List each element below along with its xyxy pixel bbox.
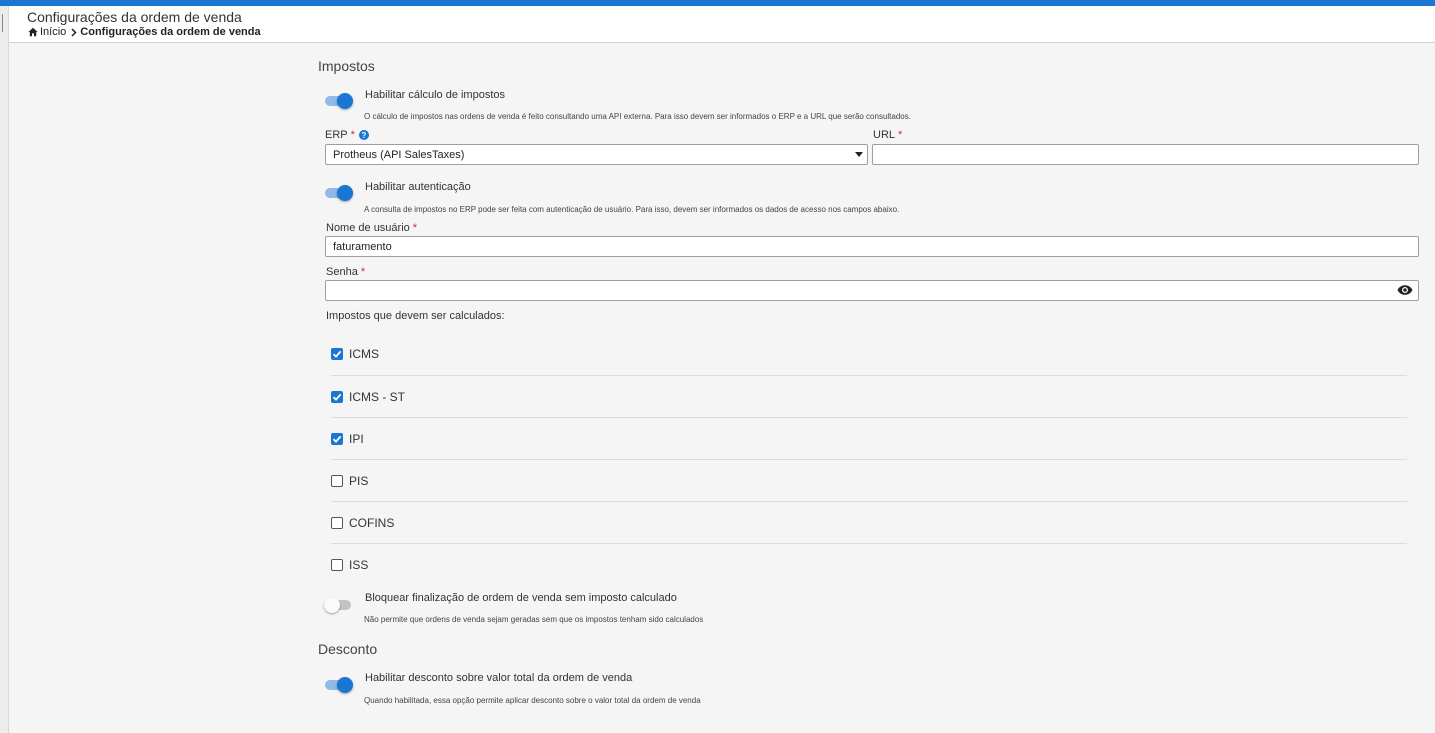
divider [331, 459, 1407, 460]
url-label-text: URL [873, 129, 896, 141]
tax-option-label: ICMS - ST [349, 390, 405, 404]
taxes-list-label: Impostos que devem ser calculados: [326, 310, 505, 322]
tax-calc-label: Habilitar cálculo de impostos [365, 89, 506, 101]
tax-option-pis[interactable]: PIS [331, 474, 368, 488]
toggle-knob [337, 677, 353, 693]
home-icon [28, 27, 38, 37]
discount-toggle[interactable] [325, 677, 353, 693]
required-marker: * [898, 129, 903, 141]
required-marker: * [412, 222, 418, 234]
toggle-knob [324, 597, 340, 613]
required-marker: * [360, 266, 366, 278]
tax-option-icms-st[interactable]: ICMS - ST [331, 390, 405, 404]
page-header: Configurações da ordem de venda Início C… [9, 6, 1435, 43]
breadcrumb: Início Configurações da ordem de venda [28, 26, 261, 38]
tax-option-cofins[interactable]: COFINS [331, 516, 394, 530]
tax-option-iss[interactable]: ISS [331, 558, 368, 572]
divider [331, 375, 1407, 376]
checkbox-checked[interactable] [331, 391, 343, 403]
discount-description: Quando habilitada, essa opção permite ap… [364, 696, 701, 705]
url-label: URL * [873, 129, 902, 141]
section-title-desconto: Desconto [318, 641, 378, 657]
tax-calc-description: O cálculo de impostos nas ordens de vend… [364, 112, 911, 121]
tax-calc-toggle[interactable] [325, 93, 353, 109]
auth-description: A consulta de impostos no ERP pode ser f… [364, 205, 900, 214]
breadcrumb-home-link[interactable]: Início [40, 26, 66, 38]
tax-option-icms[interactable]: ICMS [331, 347, 379, 361]
block-label: Bloquear finalização de ordem de venda s… [365, 592, 677, 604]
username-input[interactable]: faturamento [325, 236, 1419, 257]
toggle-knob [337, 185, 353, 201]
checkbox-checked[interactable] [331, 433, 343, 445]
block-description: Não permite que ordens de venda sejam ge… [364, 615, 704, 624]
tax-option-label: ICMS [349, 347, 379, 361]
password-input[interactable] [325, 280, 1419, 301]
erp-label: ERP * ? [325, 129, 369, 141]
divider [331, 543, 1407, 544]
erp-label-text: ERP [325, 129, 348, 141]
eye-icon[interactable] [1397, 284, 1413, 299]
checkbox-unchecked[interactable] [331, 475, 343, 487]
caret-down-icon [855, 152, 863, 157]
password-label-text: Senha [326, 266, 358, 278]
password-label: Senha * [326, 266, 365, 278]
toggle-knob [337, 93, 353, 109]
page-title: Configurações da ordem de venda [27, 9, 242, 25]
checkbox-checked[interactable] [331, 348, 343, 360]
url-input[interactable] [872, 144, 1419, 165]
auth-label: Habilitar autenticação [365, 181, 471, 193]
tax-option-ipi[interactable]: IPI [331, 432, 364, 446]
auth-toggle[interactable] [325, 185, 353, 201]
block-toggle[interactable] [324, 597, 353, 613]
side-panel-collapsed[interactable] [0, 6, 9, 733]
erp-select[interactable]: Protheus (API SalesTaxes) [325, 144, 868, 165]
erp-select-value: Protheus (API SalesTaxes) [333, 148, 465, 161]
tax-option-label: ISS [349, 558, 369, 572]
username-input-value: faturamento [333, 240, 392, 253]
username-label: Nome de usuário * [326, 222, 417, 234]
divider [331, 417, 1407, 418]
tax-option-label: COFINS [349, 516, 395, 530]
tax-option-label: IPI [349, 432, 364, 446]
panel-handle[interactable] [0, 14, 3, 32]
discount-label: Habilitar desconto sobre valor total da … [365, 672, 633, 684]
breadcrumb-current: Configurações da ordem de venda [80, 26, 261, 38]
checkbox-unchecked[interactable] [331, 517, 343, 529]
tax-option-label: PIS [349, 474, 369, 488]
checkbox-unchecked[interactable] [331, 559, 343, 571]
divider [331, 501, 1407, 502]
required-marker: * [350, 129, 355, 141]
chevron-right-icon [71, 27, 77, 37]
help-icon[interactable]: ? [358, 130, 369, 140]
username-label-text: Nome de usuário [326, 222, 410, 234]
section-title-impostos: Impostos [318, 58, 375, 74]
